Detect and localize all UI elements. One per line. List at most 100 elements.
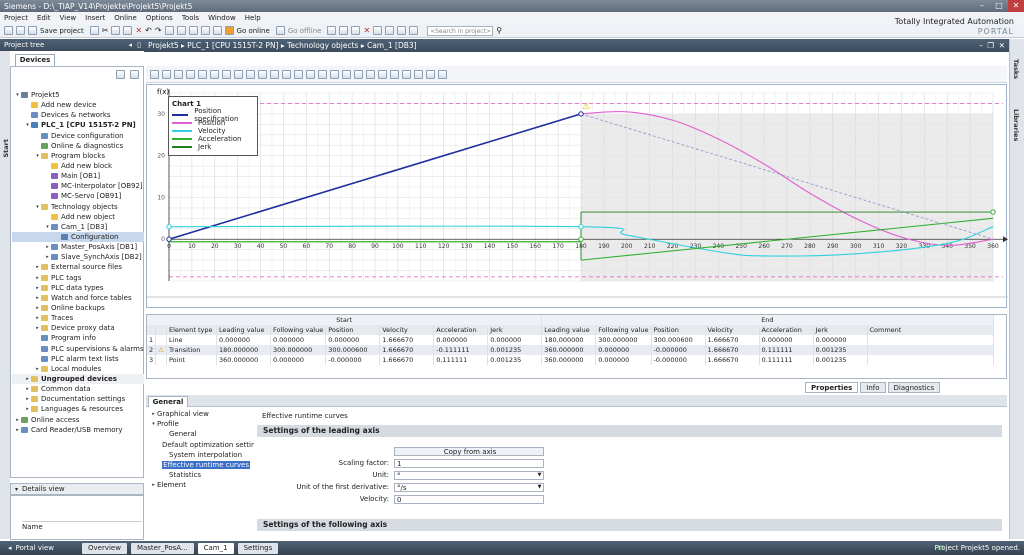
collapsed-icon[interactable]: ▸	[14, 427, 21, 433]
display-icon[interactable]	[390, 69, 399, 79]
select-icon[interactable]	[270, 69, 279, 79]
column-header[interactable]	[155, 325, 167, 335]
column-header[interactable]: Jerk	[487, 325, 543, 335]
new-project-icon[interactable]	[4, 26, 13, 35]
point-icon[interactable]	[318, 69, 327, 79]
curve-point[interactable]	[990, 209, 996, 215]
table-cell[interactable]: -0.000000	[651, 355, 706, 365]
undo-icon[interactable]: ↶	[145, 26, 152, 35]
table-cell[interactable]: 1.666670	[379, 355, 435, 365]
zoom-out-icon[interactable]	[234, 69, 243, 79]
table-cell[interactable]	[867, 335, 994, 345]
view-2-icon[interactable]	[414, 69, 423, 79]
tree-item[interactable]: ▸ Online access	[12, 415, 144, 425]
details-name-column[interactable]: Name	[22, 521, 142, 531]
editor-restore-icon[interactable]: ❐	[987, 41, 994, 50]
menu-item[interactable]: Insert	[85, 14, 105, 22]
column-header[interactable]: Element type	[166, 325, 217, 335]
table-cell[interactable]: Point	[166, 355, 217, 365]
table-cell[interactable]: 0.000000	[433, 335, 489, 345]
print-icon[interactable]	[89, 26, 99, 35]
collapsed-icon[interactable]: ▸	[150, 482, 157, 488]
editor-minimize-icon[interactable]: –	[979, 41, 983, 50]
tree-view-icon[interactable]	[116, 70, 128, 81]
copy-icon[interactable]	[111, 26, 121, 35]
save-icon[interactable]	[28, 26, 37, 35]
download-icon[interactable]	[188, 26, 198, 35]
warning-icon[interactable]: ⚠	[582, 102, 590, 112]
split-editor-icon[interactable]	[164, 26, 174, 35]
tasks-tab[interactable]: Tasks	[1012, 59, 1020, 79]
tree-item[interactable]: Add new device	[12, 100, 144, 110]
split-horizontal-icon[interactable]	[373, 26, 383, 35]
table-cell[interactable]: 360.000000	[541, 345, 597, 355]
table-cell[interactable]: 0.000000	[813, 335, 868, 345]
table-cell[interactable]: 360.000000	[216, 355, 271, 365]
tree-item[interactable]: ▾ Cam_1 [DB3]	[12, 222, 144, 232]
tree-item[interactable]: PLC alarm text lists	[12, 354, 144, 364]
properties-tab[interactable]: Properties	[805, 382, 859, 393]
collapsed-icon[interactable]: ▸	[14, 417, 21, 423]
tree-item[interactable]: Main [OB1]	[12, 171, 144, 181]
save-project-button[interactable]: Save project	[40, 27, 84, 35]
tree-item[interactable]: ▸ Local modules	[12, 364, 144, 374]
tree-item[interactable]: Devices & networks	[12, 110, 144, 120]
collapsed-icon[interactable]: ▸	[24, 386, 31, 392]
expanded-icon[interactable]: ▾	[44, 224, 51, 230]
tree-item[interactable]: ▾ Program blocks	[12, 151, 144, 161]
nav-item[interactable]: ▸ Element	[148, 480, 250, 490]
column-header[interactable]: Following value	[270, 325, 327, 335]
collapsed-icon[interactable]: ▸	[34, 275, 41, 281]
snap-icon[interactable]	[366, 69, 375, 79]
open-project-icon[interactable]	[16, 26, 25, 35]
expanded-icon[interactable]: ▾	[14, 92, 21, 98]
tree-item[interactable]: ▾ PLC_1 [CPU 1515T-2 PN]	[12, 120, 144, 130]
tree-item[interactable]: Add new object	[12, 212, 144, 222]
paste-icon[interactable]	[123, 26, 133, 35]
open-editor-tab[interactable]: Cam_1	[197, 542, 234, 554]
table-cell[interactable]: 1.666670	[705, 355, 760, 365]
cross-reference-icon[interactable]: ✕	[363, 26, 370, 35]
general-tab[interactable]: General	[148, 396, 188, 407]
collapsed-icon[interactable]: ▸	[44, 254, 51, 260]
arrow-right-icon[interactable]	[162, 69, 171, 79]
tree-item[interactable]: Online & diagnostics	[12, 141, 144, 151]
cam-chart[interactable]: f(x)01020300 10 20 30 40 50 60 70 80 90 100 110 120 1…	[147, 85, 1008, 309]
tree-item[interactable]: ▸ Languages & resources	[12, 404, 144, 414]
simulation-icon[interactable]	[212, 26, 222, 35]
table-cell[interactable]: Transition	[166, 345, 217, 355]
tree-item[interactable]: Program info	[12, 333, 144, 343]
column-header[interactable]: Following value	[595, 325, 652, 335]
menu-item[interactable]: Options	[146, 14, 173, 22]
start-side-tab[interactable]: Start	[2, 139, 10, 158]
table-cell[interactable]: 0.000000	[759, 335, 814, 345]
start-cpu-icon[interactable]	[339, 26, 349, 35]
table-cell[interactable]: 0.111111	[759, 355, 814, 365]
table-cell[interactable]: 1.666670	[379, 335, 435, 345]
tree-item[interactable]: MC-Interpolator [OB92]	[12, 181, 144, 191]
table-cell[interactable]: 300.000000	[270, 345, 327, 355]
cut-icon[interactable]: ✂	[102, 26, 109, 35]
table-cell[interactable]: 0.001235	[487, 355, 543, 365]
tree-item[interactable]: ▸ Card Reader/USB memory	[12, 425, 144, 435]
nav-item[interactable]: Statistics	[148, 470, 250, 480]
nav-item[interactable]: ▸ Graphical view	[148, 409, 250, 419]
table-cell[interactable]: 300.000600	[651, 335, 706, 345]
move-icon[interactable]	[330, 69, 339, 79]
column-header[interactable]: Position	[325, 325, 381, 335]
go-online-button[interactable]: Go online	[237, 27, 270, 35]
tree-item[interactable]: ▸ Online backups	[12, 303, 144, 313]
diagnostics-tab[interactable]: Diagnostics	[887, 382, 941, 393]
dropdown-icon[interactable]: ▼	[536, 472, 543, 479]
column-header[interactable]: Comment	[867, 325, 994, 335]
column-header[interactable]: Acceleration	[433, 325, 489, 335]
portal-view-icon[interactable]: ◂	[8, 544, 12, 552]
table-icon[interactable]	[354, 69, 363, 79]
column-header[interactable]: Leading value	[541, 325, 597, 335]
tree-item[interactable]: Add new block	[12, 161, 144, 171]
table-cell[interactable]	[867, 345, 994, 355]
tree-item[interactable]: ▸ External source files	[12, 262, 144, 272]
collapsed-icon[interactable]: ▸	[34, 285, 41, 291]
column-header[interactable]: Jerk	[813, 325, 868, 335]
menu-item[interactable]: View	[60, 14, 77, 22]
